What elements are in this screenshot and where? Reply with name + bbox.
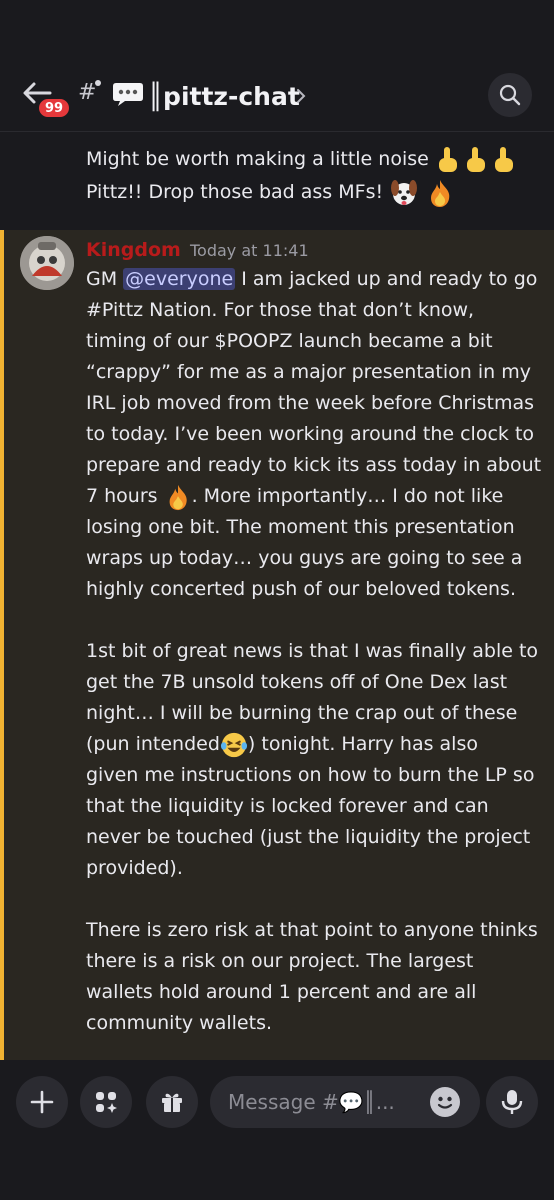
message-line: “crappy” for me as a major presentation … — [86, 361, 531, 383]
emoji-icon — [431, 1088, 459, 1116]
message-line: 1st bit of great news is that I was fina… — [86, 640, 539, 662]
message-line: Might be worth making a little noise — [86, 144, 519, 175]
message-text: ) tonight. Harry has also — [247, 733, 478, 755]
pointing-up-icon — [438, 146, 513, 172]
message-line: Pittz!! Drop those bad ass MFs! — [86, 177, 455, 208]
channel-header: 99 # ║pittz-chat — [0, 60, 554, 132]
dog-face-icon — [391, 179, 418, 205]
message-line: 7 hours . More importantly… I do not lik… — [86, 481, 546, 512]
avatar[interactable] — [20, 236, 74, 290]
message-body: GM @everyone I am jacked up and ready to… — [86, 264, 546, 1039]
avatar-image — [20, 236, 74, 290]
chevron-right-icon[interactable] — [296, 88, 306, 104]
message-line: to today. I’ve been working around the c… — [86, 423, 535, 445]
message-line: community wallets. — [86, 1012, 273, 1034]
message-line: #Pittz Nation. For those that don’t know… — [86, 299, 475, 321]
microphone-icon — [501, 1090, 523, 1114]
plus-icon — [30, 1090, 54, 1114]
message-line: get the 7B unsold tokens off of One Dex … — [86, 671, 508, 693]
message-input[interactable]: Message #💬║... — [210, 1076, 480, 1128]
speech-bubble-icon — [113, 83, 143, 106]
emoji-button[interactable] — [430, 1087, 460, 1117]
message-line: prepare and ready to kick its ass today … — [86, 454, 542, 476]
message-text: Might be worth making a little noise — [86, 148, 429, 170]
message-line: night… I will be burning the crap out of… — [86, 702, 518, 724]
voice-message-button[interactable] — [486, 1076, 538, 1128]
unread-badge: 99 — [36, 96, 73, 120]
message-text: (pun intended — [86, 733, 220, 755]
message-line: IRL job moved from the week before Chris… — [86, 392, 535, 414]
message-timestamp: Today at 11:41 — [190, 241, 309, 260]
channel-title[interactable]: ║pittz-chat — [148, 80, 300, 114]
message-input-placeholder: Message #💬║... — [228, 1090, 395, 1114]
fire-icon — [169, 484, 187, 510]
apps-button[interactable] — [80, 1076, 132, 1128]
message-line: that the liquidity is locked forever and… — [86, 795, 489, 817]
mention-everyone[interactable]: @everyone — [123, 268, 236, 290]
search-button[interactable] — [488, 73, 532, 117]
message-line: never be touched (just the liquidity the… — [86, 826, 531, 848]
message-line: provided). — [86, 857, 183, 879]
gift-icon — [162, 1093, 182, 1112]
message-line: there is a risk on our project. The larg… — [86, 950, 474, 972]
previous-message: Might be worth making a little noise Pit… — [0, 132, 554, 230]
message-line: There is zero risk at that point to anyo… — [86, 919, 538, 941]
message-line: highly concerted push of our beloved tok… — [86, 578, 516, 600]
message-author[interactable]: Kingdom — [86, 236, 181, 264]
message-line: losing one bit. The moment this presenta… — [86, 516, 515, 538]
composer-bar: Message #💬║... — [0, 1060, 554, 1200]
add-attachment-button[interactable] — [16, 1076, 68, 1128]
status-bar-area — [0, 0, 554, 60]
message-line: (pun intended ) tonight. Harry has also — [86, 729, 546, 760]
message-line: GM @everyone I am jacked up and ready to… — [86, 264, 546, 295]
message-line: wraps up today… you guys are going to se… — [86, 547, 523, 569]
apps-icon — [96, 1092, 117, 1113]
search-icon — [499, 84, 521, 106]
gift-button[interactable] — [146, 1076, 198, 1128]
message-text: I am jacked up and ready to go — [241, 268, 538, 290]
message-line: timing of our $POOPZ launch became a bit — [86, 330, 493, 352]
message-text: Pittz!! Drop those bad ass MFs! — [86, 181, 384, 203]
back-button[interactable]: 99 — [22, 80, 73, 120]
message-line: given me instructions on how to burn the… — [86, 764, 535, 786]
message-text: 7 hours — [86, 485, 158, 507]
fire-icon — [431, 179, 450, 207]
highlighted-message[interactable]: Kingdom Today at 11:41 GM @everyone I am… — [0, 230, 554, 1060]
message-text: . More importantly… I do not like — [191, 485, 504, 507]
unread-dot — [95, 80, 101, 86]
message-line: wallets hold around 1 percent and are al… — [86, 981, 477, 1003]
message-list[interactable]: Might be worth making a little noise Pit… — [0, 132, 554, 1060]
laughing-crying-icon — [220, 732, 247, 757]
greeting-text: GM — [86, 268, 118, 290]
